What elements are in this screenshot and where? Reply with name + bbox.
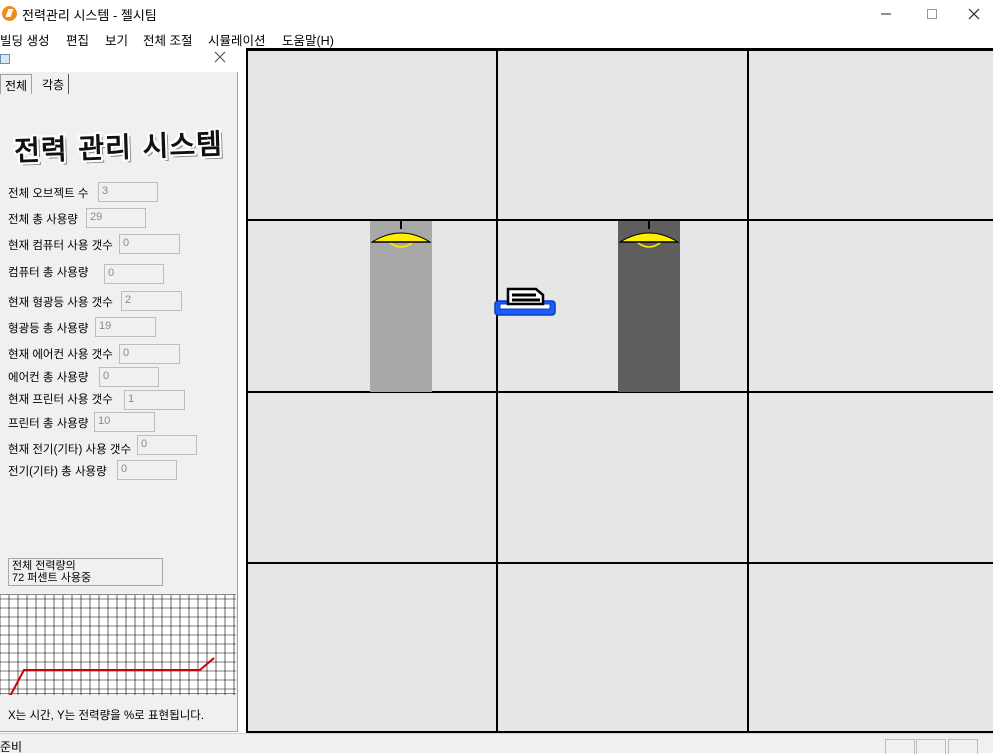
stat-value-aircon-count: 0 [119, 344, 180, 364]
panel-window-icon [0, 54, 10, 64]
status-text: 준비 [0, 740, 23, 754]
close-icon [214, 51, 226, 63]
stat-label-total-usage: 전체 총 사용량 [8, 214, 78, 226]
close-icon [968, 8, 980, 20]
panel-close-button[interactable] [214, 50, 226, 67]
status-cell-3 [948, 739, 978, 754]
status-cell-1 [885, 739, 915, 754]
stat-value-computer-usage: 0 [104, 264, 164, 284]
stat-value-total-usage: 29 [86, 208, 146, 228]
stat-label-computer-usage: 컴퓨터 총 사용량 [8, 267, 89, 279]
panel-tabs: 전체 각층 [0, 72, 238, 94]
maximize-icon [927, 9, 937, 19]
printer-icon[interactable] [494, 286, 556, 318]
stat-label-total-objects: 전체 오브젝트 수 [8, 188, 89, 200]
stat-value-aircon-usage: 0 [99, 367, 159, 387]
stat-label-other-count: 현재 전기(기타) 사용 갯수 [8, 444, 132, 456]
graph-canvas [0, 595, 236, 716]
stat-label-fluorescent-usage: 형광등 총 사용량 [8, 323, 89, 335]
tab-all[interactable]: 전체 [0, 74, 33, 94]
stat-label-aircon-usage: 에어컨 총 사용량 [8, 372, 89, 384]
summary-line-1: 전체 전력량의 [12, 560, 76, 572]
grid-border-top [246, 48, 993, 51]
logo-title: 전력 관리 시스템 [13, 127, 224, 168]
stat-label-fluorescent-count: 현재 형광등 사용 갯수 [8, 297, 113, 309]
menu-view[interactable]: 보기 [105, 30, 128, 49]
power-summary-box: 전체 전력량의 72 퍼센트 사용중 [8, 558, 163, 586]
status-cell-2 [916, 739, 946, 754]
stat-value-printer-usage: 10 [94, 412, 155, 432]
minimize-icon [881, 13, 891, 15]
stat-label-computer-count: 현재 컴퓨터 사용 갯수 [8, 240, 113, 252]
menu-bar: 빌딩 생성 편집 보기 전체 조절 시뮬레이션 도움말(H) [0, 28, 993, 48]
summary-line-2: 72 퍼센트 사용중 [12, 572, 92, 584]
window-title: 전력관리 시스템 - 젤시팀 [22, 8, 157, 23]
menu-control-all[interactable]: 전체 조절 [143, 30, 192, 49]
power-usage-graph [0, 594, 236, 716]
title-bar: 전력관리 시스템 - 젤시팀 [0, 0, 993, 28]
close-button[interactable] [955, 0, 993, 28]
graph-series-line [0, 657, 215, 716]
stat-label-aircon-count: 현재 에어컨 사용 갯수 [8, 349, 113, 361]
ceiling-lamp-icon[interactable] [370, 220, 432, 248]
graph-caption: X는 시간, Y는 전력량을 %로 표현됩니다. [8, 710, 205, 722]
stat-value-computer-count: 0 [119, 234, 180, 254]
menu-building[interactable]: 빌딩 생성 [0, 30, 49, 49]
ceiling-lamp-icon[interactable] [618, 220, 680, 248]
stat-value-fluorescent-usage: 19 [95, 317, 156, 337]
stat-value-other-count: 0 [137, 435, 197, 455]
app-icon [2, 6, 17, 21]
minimize-button[interactable] [863, 0, 909, 28]
stats-panel: 전체 각층 전력 관리 시스템 전체 오브젝트 수 3 전체 총 사용량 29 … [0, 48, 238, 732]
stat-value-printer-count: 1 [124, 390, 185, 410]
status-bar: 준비 [0, 733, 993, 754]
menu-edit[interactable]: 편집 [66, 30, 89, 49]
stat-label-other-usage: 전기(기타) 총 사용량 [8, 466, 107, 478]
stat-value-total-objects: 3 [98, 182, 158, 202]
grid-line-h3 [246, 562, 993, 564]
simulation-view[interactable] [246, 48, 993, 733]
menu-help[interactable]: 도움말(H) [282, 30, 334, 49]
tab-floor[interactable]: 각층 [38, 74, 70, 94]
panel-header [0, 48, 238, 72]
maximize-button[interactable] [909, 0, 955, 28]
stat-value-fluorescent-count: 2 [121, 291, 182, 311]
stat-value-other-usage: 0 [117, 460, 177, 480]
stat-label-printer-usage: 프린터 총 사용량 [8, 418, 89, 430]
stat-label-printer-count: 현재 프린터 사용 갯수 [8, 394, 113, 406]
menu-simulation[interactable]: 시뮬레이션 [208, 30, 266, 49]
